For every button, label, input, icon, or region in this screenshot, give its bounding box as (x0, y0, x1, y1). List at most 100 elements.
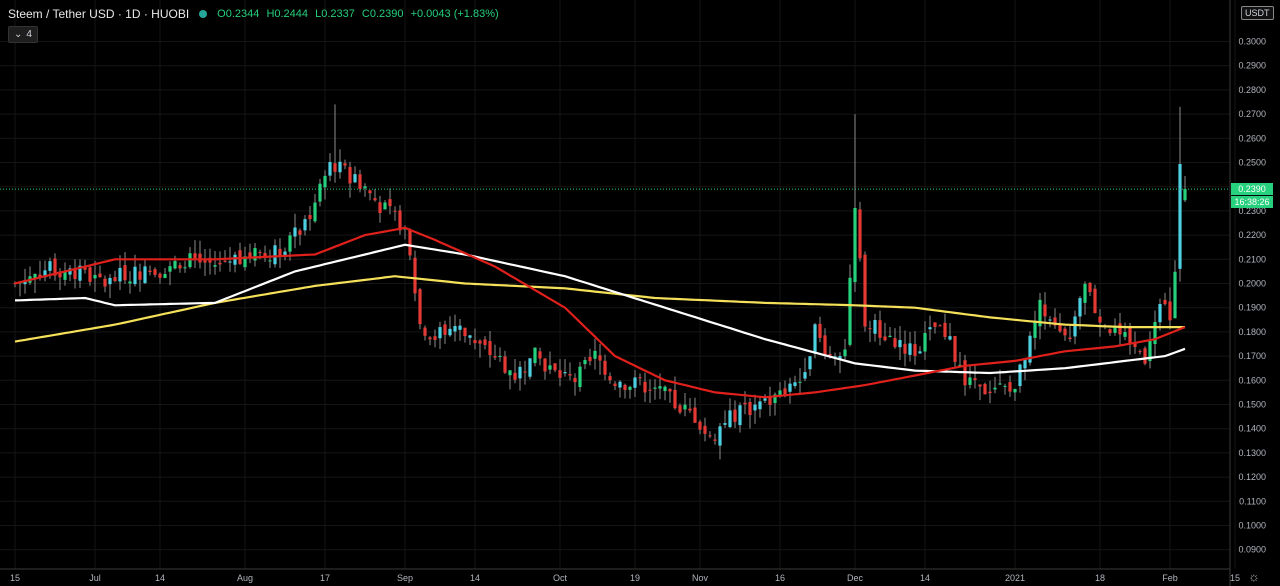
candle-body (518, 366, 522, 379)
candle-body (613, 383, 617, 386)
candle-body (758, 401, 762, 410)
candle-body (698, 421, 702, 430)
candle-body (673, 389, 677, 409)
candle-body (583, 359, 587, 365)
time-tick-label: Jul (89, 573, 101, 583)
candle-body (828, 354, 832, 356)
candle-body (543, 358, 547, 372)
candle-body (593, 350, 597, 359)
symbol-title[interactable]: Steem / Tether USD · 1D · HUOBI (8, 7, 189, 21)
candle-body (858, 209, 862, 259)
candle-body (293, 227, 297, 237)
candle-body (943, 322, 947, 338)
candle-body (873, 319, 877, 334)
candle-body (103, 278, 107, 287)
candle-body (423, 327, 427, 336)
candle-body (633, 377, 637, 388)
candle-body (478, 340, 482, 344)
candle-body (1158, 304, 1162, 323)
chart-canvas[interactable]: 15 Jul 14 Aug 17 Sep 14 Oct 19 Nov 16 Dec 14 2021 18 Fe… (0, 0, 1280, 586)
candle-body (643, 381, 647, 393)
candle-body (818, 323, 822, 338)
gear-icon[interactable]: ☼ (1248, 569, 1260, 584)
time-tick-label: Dec (847, 573, 864, 583)
candle-body (98, 273, 102, 278)
currency-unit-badge[interactable]: USDT (1241, 6, 1274, 20)
candle-body (878, 320, 882, 338)
candle-body (1138, 351, 1142, 353)
candle-body (823, 335, 827, 356)
candle-body (223, 260, 227, 262)
candle-body (1093, 288, 1097, 314)
candle-body (1018, 364, 1022, 387)
price-tick-label: 0.2100 (1238, 254, 1266, 264)
candle-body (803, 372, 807, 379)
price-tick-label: 0.2200 (1238, 230, 1266, 240)
candle-body (1143, 348, 1147, 364)
candle-body (663, 386, 667, 392)
candle-body (343, 163, 347, 166)
indicators-toggle-button[interactable]: ⌄ 4 (8, 26, 38, 43)
candle-body (493, 356, 497, 358)
price-tick-label: 0.3000 (1238, 37, 1266, 47)
candle-body (268, 260, 272, 262)
candle-body (253, 248, 257, 261)
candle-body (938, 325, 942, 327)
candle-body (933, 322, 937, 327)
candle-body (1173, 271, 1177, 319)
candle-body (108, 277, 112, 285)
grid (0, 0, 1236, 569)
last-price-label: 0.2390 (1231, 183, 1273, 196)
candle-body (538, 351, 542, 359)
price-tick-label: 0.1600 (1238, 375, 1266, 385)
price-tick-label: 0.2600 (1238, 133, 1266, 143)
candle-body (303, 219, 307, 231)
candle-body (1023, 359, 1027, 369)
candle-body (523, 371, 527, 373)
candle-body (413, 257, 417, 294)
low-value: L0.2337 (315, 8, 355, 20)
candles (13, 104, 1187, 460)
time-tick-label: Feb (1162, 573, 1178, 583)
candle-body (508, 370, 512, 376)
candle-body (553, 363, 557, 371)
candle-body (73, 269, 77, 280)
candle-body (118, 267, 122, 282)
time-tick-label: 15 (10, 573, 20, 583)
candle-body (978, 384, 982, 387)
candle-body (888, 335, 892, 338)
candle-body (743, 402, 747, 405)
close-value: C0.2390 (361, 8, 404, 20)
time-tick-label: Aug (237, 573, 253, 583)
candle-body (563, 372, 567, 374)
time-tick-label: 15 (1230, 573, 1240, 583)
candle-body (258, 252, 262, 254)
candle-body (1153, 321, 1157, 345)
candle-body (1003, 385, 1007, 387)
candle-body (373, 198, 377, 201)
candle-body (703, 425, 707, 434)
candle-body (178, 265, 182, 269)
candle-body (218, 262, 222, 265)
candle-body (1088, 282, 1092, 293)
price-tick-label: 0.2500 (1238, 158, 1266, 168)
candle-body (288, 235, 292, 252)
candle-body (1033, 322, 1037, 338)
candle-body (378, 202, 382, 214)
candle-body (1183, 189, 1187, 201)
candle-body (383, 202, 387, 210)
candle-body (458, 325, 462, 330)
candle-body (693, 407, 697, 423)
price-tick-label: 0.1400 (1238, 424, 1266, 434)
candle-body (768, 396, 772, 405)
candle-body (228, 261, 232, 263)
candle-body (428, 337, 432, 340)
candle-body (153, 269, 157, 275)
candle-body (1108, 329, 1112, 334)
candle-body (353, 174, 357, 183)
candle-body (893, 338, 897, 348)
candle-body (468, 335, 472, 338)
candle-body (1043, 304, 1047, 317)
time-axis: 15 Jul 14 Aug 17 Sep 14 Oct 19 Nov 16 Dec 14 2021 18 Fe… (10, 573, 1240, 583)
candle-body (1168, 301, 1172, 321)
